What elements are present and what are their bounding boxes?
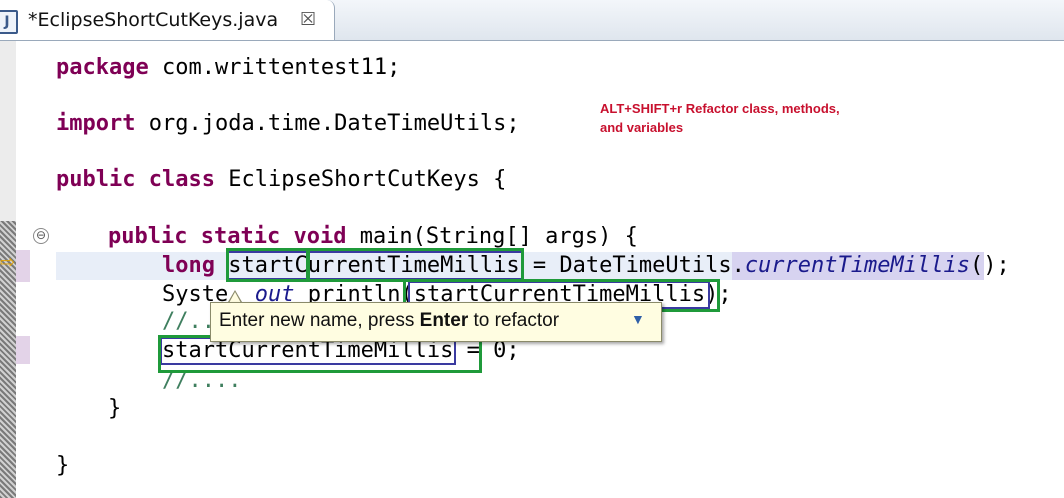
highlight-box bbox=[306, 248, 524, 282]
keyword: package bbox=[56, 55, 149, 80]
method-call: currentTimeMillis bbox=[744, 253, 970, 278]
code-text: = DateTimeUtils. bbox=[519, 253, 745, 278]
keyword: long bbox=[162, 253, 215, 278]
code-line-package[interactable]: package com.writtentest11; bbox=[56, 53, 400, 83]
fold-collapse-icon[interactable]: ⊖ bbox=[33, 228, 49, 244]
code-line-comment[interactable]: //.. bbox=[162, 307, 215, 337]
tooltip-enter-key: Enter bbox=[419, 310, 469, 331]
shortcut-annotation: ALT+SHIFT+r Refactor class, methods, and… bbox=[600, 99, 870, 137]
code-line-import[interactable]: import org.joda.time.DateTimeUtils; bbox=[56, 109, 520, 139]
tooltip-suffix: to refactor bbox=[468, 310, 560, 331]
code-text: com.writtentest11; bbox=[148, 55, 401, 80]
keyword: public bbox=[56, 167, 136, 192]
ruler-top bbox=[0, 41, 16, 221]
dropdown-menu-icon[interactable]: ▼ bbox=[631, 311, 645, 327]
tab-title[interactable]: *EclipseShortCutKeys.java bbox=[28, 9, 278, 31]
keyword: void bbox=[293, 224, 347, 249]
code-text: (); bbox=[969, 253, 1010, 278]
code-line-class[interactable]: public class EclipseShortCutKeys { bbox=[56, 165, 506, 195]
keyword: import bbox=[56, 111, 136, 136]
code-text: main(String[] args) { bbox=[346, 224, 638, 249]
keyword: static bbox=[200, 224, 281, 249]
editor-tab-bar: J *EclipseShortCutKeys.java ☒ bbox=[0, 0, 1064, 41]
code-line-close-class[interactable]: } bbox=[56, 451, 69, 481]
occurrence-marker[interactable] bbox=[16, 336, 30, 364]
editor-tab[interactable]: J *EclipseShortCutKeys.java ☒ bbox=[0, 0, 335, 40]
keyword: class bbox=[148, 167, 215, 192]
current-line-arrow-icon: ⇨ bbox=[0, 252, 16, 273]
java-file-icon: J bbox=[0, 10, 18, 34]
tooltip-text: Enter new name, press Enter to refactor bbox=[219, 310, 559, 332]
highlight-box bbox=[226, 248, 310, 282]
code-text: org.joda.time.DateTimeUtils; bbox=[135, 111, 520, 136]
annotation-line: and variables bbox=[600, 120, 684, 135]
tooltip-prefix: Enter new name, press bbox=[219, 310, 420, 331]
annotation-line: ALT+SHIFT+r Refactor class, methods, bbox=[600, 101, 840, 116]
keyword: public bbox=[108, 224, 188, 249]
code-line-close-method[interactable]: } bbox=[108, 394, 121, 424]
rename-tooltip[interactable]: Enter new name, press Enter to refactor … bbox=[210, 302, 662, 342]
code-text: EclipseShortCutKeys { bbox=[214, 167, 507, 192]
close-tab-icon[interactable]: ☒ bbox=[300, 9, 316, 30]
